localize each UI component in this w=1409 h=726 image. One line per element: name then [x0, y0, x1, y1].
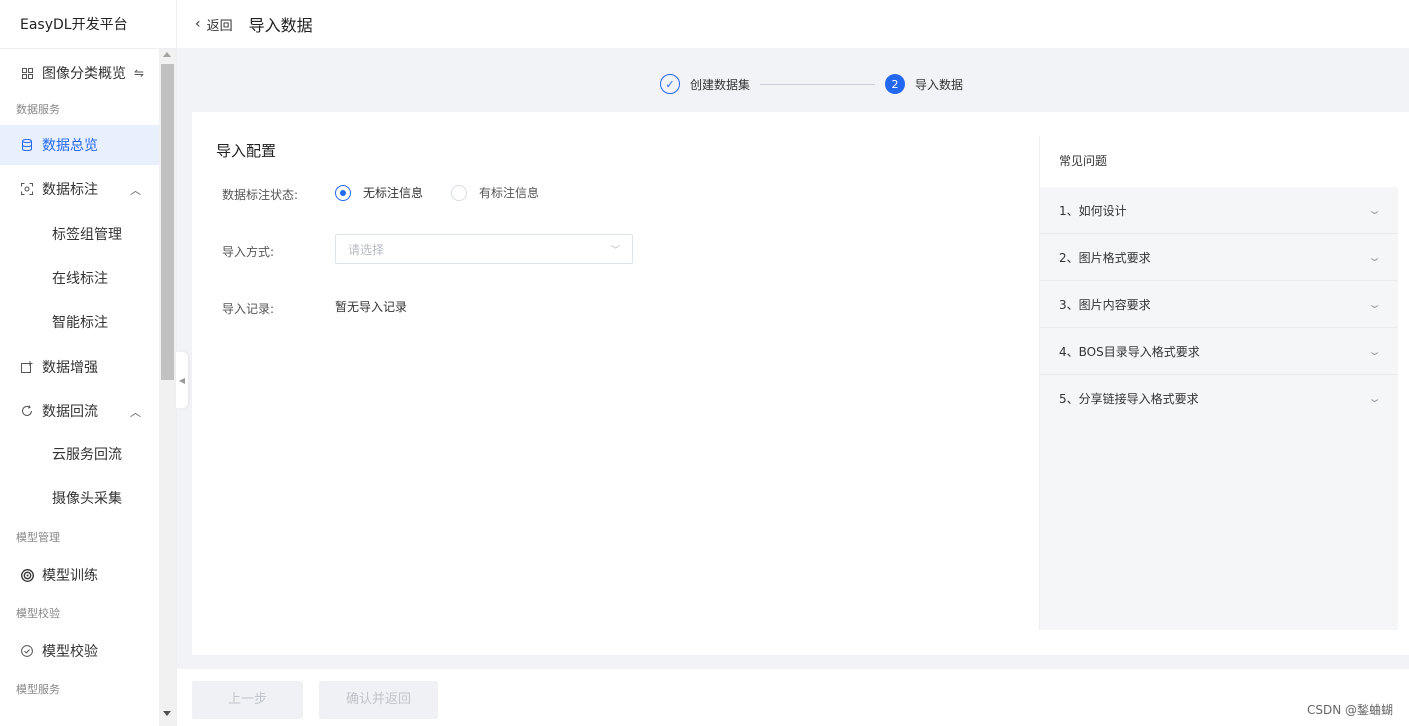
step-indicator: ✓ 创建数据集 2 导入数据	[660, 72, 963, 96]
watermark: CSDN @鍫蛐蝴	[1306, 703, 1393, 717]
sidebar-item-label: 模型训练	[42, 568, 98, 584]
chevron-down-icon: ⌄	[1367, 297, 1382, 311]
sidebar-item-online-annotation[interactable]: 在线标注	[0, 259, 159, 299]
faq-panel-background	[1040, 422, 1398, 630]
scroll-down-icon[interactable]	[163, 711, 171, 716]
sidebar: EasyDL开发平台 图像分类概览 ⇋ 数据服务 数据总览 数据标注 ︿ 标签组…	[0, 0, 177, 726]
faq-list: 1、如何设计 ⌄ 2、图片格式要求 ⌄ 3、图片内容要求 ⌄ 4、BOS目录导入格式要…	[1040, 187, 1398, 422]
check-icon: ✓	[660, 74, 680, 94]
sidebar-item-data-overview[interactable]: 数据总览	[0, 125, 159, 165]
faq-item-label: 1、如何设计	[1059, 203, 1127, 218]
sidebar-item-model-verify[interactable]: 模型校验	[0, 631, 159, 671]
chevron-down-icon: ⌄	[1367, 203, 1382, 217]
faq-item[interactable]: 5、分享链接导入格式要求 ⌄	[1040, 375, 1398, 422]
sidebar-item-data-backflow[interactable]: 数据回流 ︿	[0, 391, 159, 431]
radio-with-annotation[interactable]: 有标注信息	[451, 184, 539, 201]
confirm-return-button[interactable]: 确认并返回	[319, 681, 438, 719]
sidebar-item-label: 图像分类概览	[42, 66, 126, 82]
faq-item-label: 4、BOS目录导入格式要求	[1059, 344, 1200, 359]
faq-item-label: 3、图片内容要求	[1059, 297, 1151, 312]
step-connector	[760, 83, 876, 85]
faq-item[interactable]: 2、图片格式要求 ⌄	[1040, 234, 1398, 281]
page-title: 导入数据	[248, 16, 313, 35]
sidebar-item-label: 数据总览	[42, 138, 98, 154]
sidebar-scrollbar[interactable]	[159, 49, 176, 726]
faq-item-label: 5、分享链接导入格式要求	[1059, 392, 1199, 406]
brand-title: EasyDL开发平台	[0, 0, 176, 49]
scroll-up-icon[interactable]	[163, 52, 171, 57]
sidebar-item-overview[interactable]: 图像分类概览 ⇋	[0, 53, 159, 93]
select-placeholder: 请选择	[348, 242, 385, 257]
chevron-up-icon[interactable]: ︿	[130, 182, 141, 198]
radio-checked-icon	[335, 184, 351, 201]
import-config-card: 导入配置 数据标注状态: 无标注信息 有标注信息 导入方式: 请选择 ﹀ 导入记…	[192, 112, 1409, 655]
faq-item-label: 2、图片格式要求	[1059, 250, 1151, 265]
group-label-model-manage: 模型管理	[16, 531, 60, 544]
refresh-icon	[20, 404, 34, 418]
faq-title: 常见问题	[1059, 154, 1108, 168]
chevron-down-icon: ⌄	[1367, 392, 1382, 405]
sidebar-item-smart-annotation[interactable]: 智能标注	[0, 303, 159, 343]
scrollbar-thumb[interactable]	[161, 64, 174, 380]
group-label-data-service: 数据服务	[16, 103, 60, 116]
sidebar-item-camera-collect[interactable]: 摄像头采集	[0, 479, 159, 519]
import-record-value: 暂无导入记录	[335, 300, 408, 314]
chevron-up-icon[interactable]: ︿	[130, 404, 141, 420]
sidebar-item-label: 模型校验	[42, 644, 98, 660]
scan-icon	[20, 182, 34, 196]
faq-item[interactable]: 1、如何设计 ⌄	[1040, 187, 1398, 234]
radio-label: 无标注信息	[363, 186, 424, 200]
step-1-label: 创建数据集	[690, 77, 751, 92]
sidebar-item-label: 数据增强	[42, 360, 98, 376]
sidebar-item-label: 数据标注	[42, 182, 98, 198]
sidebar-item-label-group[interactable]: 标签组管理	[0, 215, 159, 255]
back-label: 返回	[206, 18, 233, 34]
chevron-down-icon: ﹀	[610, 245, 620, 256]
radio-unchecked-icon	[451, 184, 467, 201]
import-method-select[interactable]: 请选择 ﹀	[335, 234, 633, 264]
sidebar-item-data-augment[interactable]: 数据增强	[0, 347, 159, 387]
radio-no-annotation[interactable]: 无标注信息	[335, 184, 423, 201]
target-icon	[20, 568, 34, 582]
chevron-down-icon: ⌄	[1367, 250, 1382, 264]
faq-item[interactable]: 3、图片内容要求 ⌄	[1040, 281, 1398, 328]
step-2-number: 2	[885, 74, 906, 94]
sidebar-item-label: 数据回流	[42, 404, 98, 420]
group-label-model-verify: 模型校验	[16, 607, 60, 620]
sidebar-item-data-annotation[interactable]: 数据标注 ︿	[0, 169, 159, 209]
step-2-label: 导入数据	[915, 77, 964, 92]
collapse-arrow-icon: ◀	[178, 375, 186, 385]
import-method-label: 导入方式:	[222, 245, 275, 259]
prev-step-button[interactable]: 上一步	[192, 681, 303, 719]
sidebar-collapse-handle[interactable]: ◀	[176, 352, 188, 408]
sidebar-nav: 图像分类概览 ⇋ 数据服务 数据总览 数据标注 ︿ 标签组管理 在线标注 智能标…	[0, 49, 159, 726]
radio-label: 有标注信息	[479, 186, 540, 200]
sidebar-item-model-train[interactable]: 模型训练	[0, 555, 159, 595]
faq-item[interactable]: 4、BOS目录导入格式要求 ⌄	[1040, 328, 1398, 375]
switch-icon[interactable]: ⇋	[134, 66, 144, 80]
section-title: 导入配置	[216, 142, 277, 160]
augment-icon	[20, 360, 34, 374]
back-button[interactable]: ‹ 返回	[195, 15, 233, 34]
group-label-model-service: 模型服务	[16, 683, 60, 696]
database-icon	[20, 138, 34, 152]
chevron-left-icon: ‹	[195, 16, 201, 32]
chevron-down-icon: ⌄	[1367, 344, 1382, 358]
annotation-status-label: 数据标注状态:	[222, 188, 299, 202]
footer-bar: 上一步 确认并返回 CSDN @鍫蛐蝴	[177, 669, 1409, 726]
sidebar-item-cloud-backflow[interactable]: 云服务回流	[0, 435, 159, 475]
import-record-label: 导入记录:	[222, 302, 275, 316]
check-circle-icon	[20, 644, 34, 658]
top-bar: ‹ 返回 导入数据	[177, 0, 1409, 48]
grid-icon	[20, 66, 34, 80]
